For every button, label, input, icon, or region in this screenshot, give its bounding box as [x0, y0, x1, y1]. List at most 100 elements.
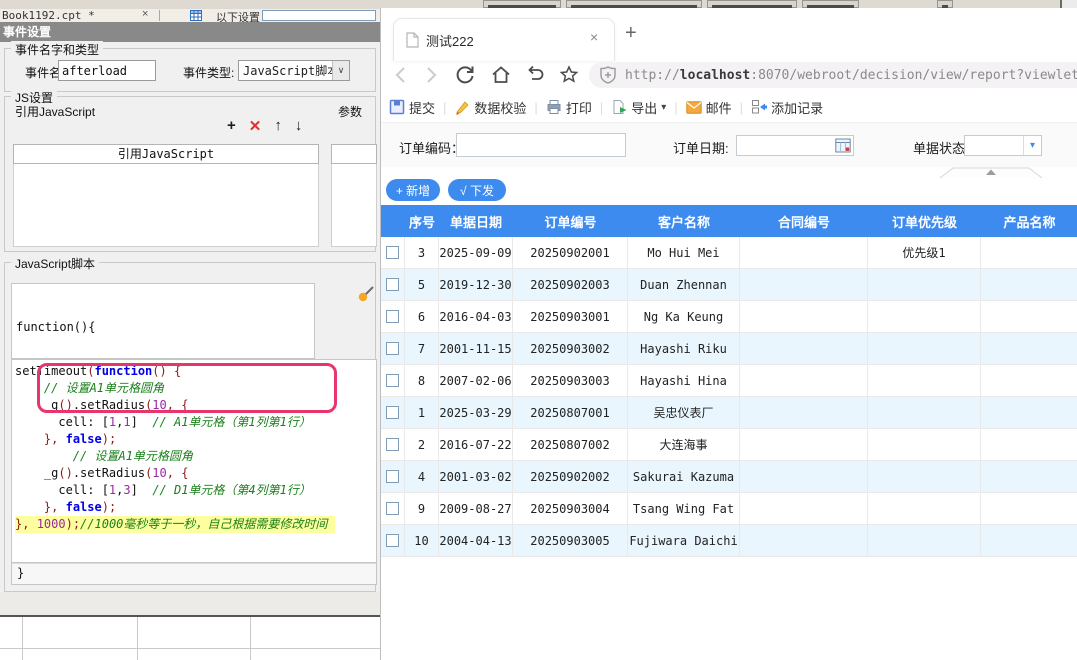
parameter-panel: 订单编码： 订单日期: 单据状态： ▾ [381, 122, 1077, 167]
submit-button[interactable]: 提交 [389, 98, 435, 117]
params-label: 参数 [338, 103, 362, 120]
checkbox-cell [381, 301, 405, 332]
row-checkbox[interactable] [386, 342, 399, 355]
table-row: 12025-03-2920250807001吴忠仪表厂 [381, 397, 1077, 429]
table-cell [981, 333, 1077, 364]
document-tab[interactable]: Book1192.cpt * [2, 9, 95, 22]
header-cell: 单据日期 [439, 205, 513, 237]
group-javascript-script: JavaScript脚本 function(){ setTimeout(func… [4, 262, 376, 592]
shield-icon[interactable] [598, 65, 618, 85]
row-checkbox[interactable] [386, 438, 399, 451]
header-cell: 序号 [405, 205, 439, 237]
reload-icon[interactable] [453, 63, 477, 87]
table-cell: 2001-11-15 [439, 333, 513, 364]
data-verify-button[interactable]: 数据校验 [454, 98, 526, 117]
row-checkbox[interactable] [386, 470, 399, 483]
checkbox-cell [381, 429, 405, 460]
print-button[interactable]: 打印 [546, 98, 592, 117]
table-cell: 2016-07-22 [439, 429, 513, 460]
add-icon[interactable]: + [227, 117, 236, 135]
url-bar[interactable]: http://localhost:8070/webroot/decision/v… [589, 62, 1077, 88]
row-checkbox[interactable] [386, 310, 399, 323]
chevron-down-icon[interactable]: ∨ [332, 61, 349, 80]
tab-title: 测试222 [426, 31, 474, 50]
home-icon[interactable] [489, 63, 513, 87]
event-name-input[interactable] [58, 60, 156, 81]
url-path: :8070/webroot/decision/view/report?viewl… [750, 68, 1077, 83]
table-cell [740, 397, 868, 428]
add-record-icon [751, 99, 767, 115]
print-label: 打印 [566, 98, 592, 117]
table-cell: 2 [405, 429, 439, 460]
order-code-input[interactable] [456, 133, 626, 157]
row-checkbox[interactable] [386, 278, 399, 291]
table-cell [740, 365, 868, 396]
table-cell [981, 429, 1077, 460]
forward-icon[interactable] [419, 63, 443, 87]
undo-icon[interactable] [523, 63, 547, 87]
star-icon[interactable] [557, 63, 581, 87]
data-verify-label: 数据校验 [474, 98, 526, 117]
mail-button[interactable]: 邮件 [686, 98, 732, 117]
table-cell: 9 [405, 493, 439, 524]
params-table-body[interactable] [331, 164, 377, 247]
row-checkbox[interactable] [386, 406, 399, 419]
new-tab-button[interactable]: + [625, 22, 637, 45]
table-cell: 1 [405, 397, 439, 428]
grid-line [137, 617, 138, 660]
add-record-button[interactable]: 添加记录 [751, 98, 823, 117]
table-cell [981, 493, 1077, 524]
move-down-icon[interactable]: ↓ [295, 117, 303, 135]
table-cell [981, 397, 1077, 428]
table-cell [981, 461, 1077, 492]
panel-collapse-handle[interactable] [939, 167, 1043, 178]
table-cell: Mo Hui Mei [628, 237, 740, 268]
row-checkbox[interactable] [386, 534, 399, 547]
table-cell: 20250902002 [513, 461, 628, 492]
table-cell [981, 365, 1077, 396]
issue-button[interactable]: √ 下发 [448, 179, 506, 201]
back-icon[interactable] [389, 63, 413, 87]
mail-label: 邮件 [706, 98, 732, 117]
table-cell: 优先级1 [868, 237, 981, 268]
add-row-button[interactable]: + 新增 [386, 179, 440, 201]
checkbox-cell [381, 269, 405, 300]
tab-close-icon[interactable]: × [142, 9, 148, 20]
table-cell: 6 [405, 301, 439, 332]
code-line: cell: [1,3] // D1单元格（第4列第1行） [15, 482, 376, 499]
ref-js-table-body[interactable] [13, 164, 319, 247]
tabbar-divider [159, 10, 160, 21]
table-cell: 2001-03-02 [439, 461, 513, 492]
delete-icon[interactable]: ✕ [249, 117, 262, 135]
orders-table: 序号单据日期订单编号客户名称合同编号订单优先级产品名称 32025-09-092… [381, 205, 1077, 557]
browser-window: 测试222 × + http://localhost:8070/webroot/… [380, 8, 1077, 660]
order-date-input[interactable] [736, 135, 854, 156]
js-list-toolbar: + ✕ ↑ ↓ [227, 117, 302, 135]
table-cell: Hayashi Hina [628, 365, 740, 396]
export-button[interactable]: 导出 ▾ [611, 98, 666, 117]
table-row: 72001-11-1520250903002Hayashi Riku [381, 333, 1077, 365]
ref-js-table-header: 引用JavaScript [13, 144, 319, 164]
save-icon [389, 99, 405, 115]
select-arrow-icon[interactable]: ▾ [1023, 136, 1041, 155]
calendar-icon[interactable] [835, 138, 851, 153]
event-type-dropdown[interactable]: JavaScript脚本 ∨ [238, 60, 350, 81]
params-table-header [331, 144, 377, 164]
row-checkbox[interactable] [386, 502, 399, 515]
status-select[interactable]: ▾ [964, 135, 1042, 156]
code-line: }, 1000);//1000毫秒等于一秒，自己根据需要修改时间 [15, 516, 335, 533]
table-cell [981, 525, 1077, 556]
row-checkbox[interactable] [386, 246, 399, 259]
row-checkbox[interactable] [386, 374, 399, 387]
header-cell: 产品名称 [981, 205, 1077, 237]
url-text: http://localhost:8070/webroot/decision/v… [625, 68, 1077, 83]
grid-line [22, 617, 23, 660]
table-cell: Duan Zhennan [628, 269, 740, 300]
designer-tab-fragment [707, 0, 797, 8]
browser-tab[interactable]: 测试222 × [393, 18, 615, 61]
url-scheme: http:// [625, 68, 680, 83]
move-up-icon[interactable]: ↑ [274, 117, 282, 135]
tab-close-icon[interactable]: × [590, 29, 598, 45]
paint-cursor-icon [358, 285, 376, 303]
header-checkbox-column [381, 205, 405, 237]
